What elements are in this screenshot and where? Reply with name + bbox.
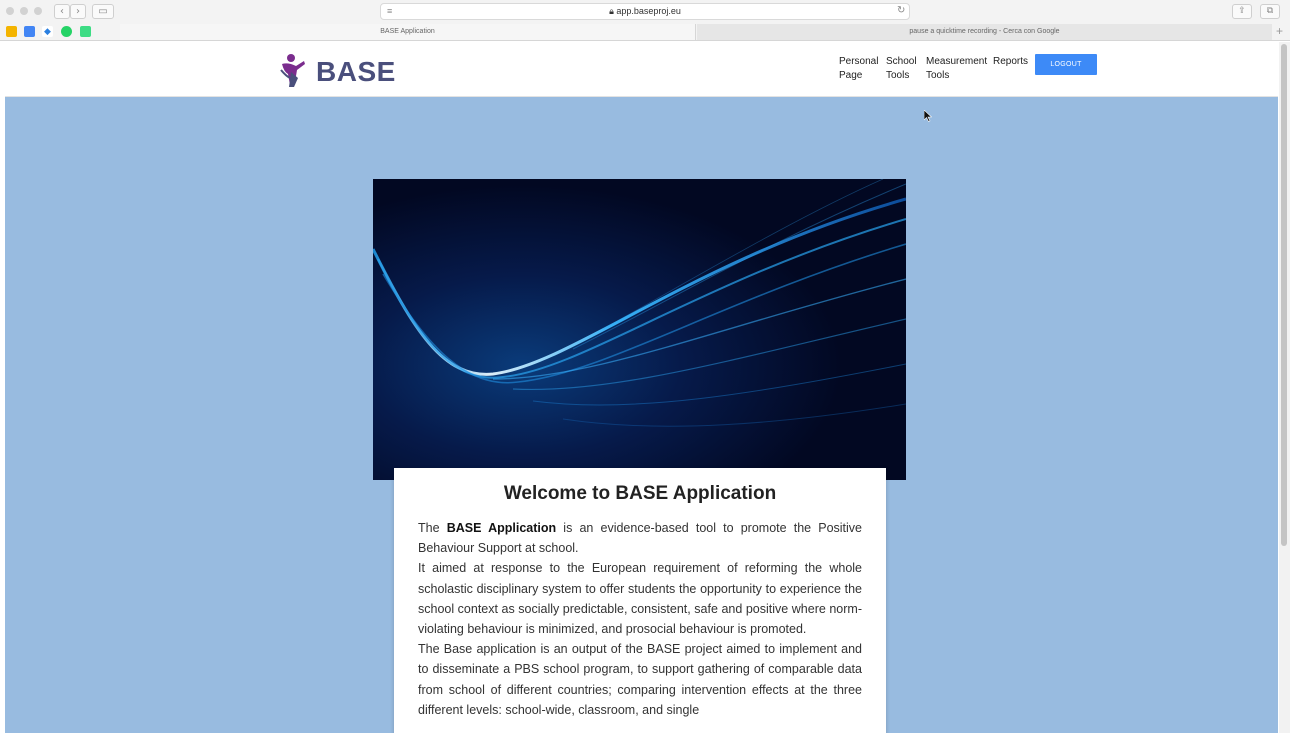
page-viewport: BASE Personal Page School Tools Measurem… [5, 42, 1278, 733]
url-text: 🔒︎ app.baseproj.eu [609, 6, 681, 16]
tabs-icon: ⧉ [1266, 6, 1274, 16]
address-bar[interactable]: ≡ 🔒︎ app.baseproj.eu ↻ [380, 3, 910, 20]
dropbox-icon[interactable]: ◆ [42, 26, 53, 37]
nav-personal-page[interactable]: Personal Page [839, 55, 878, 83]
favorites-and-tab-bar: ◆ BASE Application pause a quicktime rec… [0, 23, 1290, 41]
page-scrollbar[interactable] [1279, 42, 1290, 733]
sidebar-icon: ▭ [98, 6, 108, 17]
chevron-left-icon: ‹ [60, 6, 64, 17]
mouse-pointer-icon [924, 110, 932, 122]
tab-google-search[interactable]: pause a quicktime recording - Cerca con … [697, 24, 1272, 40]
welcome-text: The BASE Application is an evidence-base… [418, 518, 862, 720]
forward-button[interactable]: › [70, 4, 86, 19]
project-paragraph: The Base application is an output of the… [418, 642, 862, 717]
welcome-card: Welcome to BASE Application The BASE App… [394, 468, 886, 733]
logout-button[interactable]: LOGOUT [1035, 54, 1097, 75]
new-tab-icon[interactable]: + [1276, 24, 1283, 38]
reload-icon[interactable]: ↻ [897, 5, 905, 16]
minimize-window-button[interactable] [20, 7, 28, 15]
tab-base-application[interactable]: BASE Application [120, 24, 696, 40]
requirement-paragraph: It aimed at response to the European req… [418, 561, 862, 637]
nav-measurement-tools[interactable]: Measurement Tools [926, 55, 987, 83]
android-icon[interactable] [80, 26, 91, 37]
tabs-overview-button[interactable]: ⧉ [1260, 4, 1280, 19]
particle-wave-image [373, 179, 906, 480]
browser-chrome: ‹ › ▭ ≡ 🔒︎ app.baseproj.eu ↻ ⇪ ⧉ ◆ BASE … [0, 0, 1290, 41]
google-drive-icon[interactable] [6, 26, 17, 37]
share-icon: ⇪ [1238, 6, 1246, 16]
page-title: Welcome to BASE Application [503, 483, 777, 504]
site-header: BASE Personal Page School Tools Measurem… [5, 42, 1278, 97]
back-button[interactable]: ‹ [54, 4, 70, 19]
chevron-right-icon: › [76, 6, 80, 17]
logo-text: BASE [316, 56, 396, 87]
zoom-window-button[interactable] [34, 7, 42, 15]
nav-school-tools[interactable]: School Tools [886, 55, 917, 83]
close-window-button[interactable] [6, 7, 14, 15]
whatsapp-icon[interactable] [61, 26, 72, 37]
sidebar-toggle-button[interactable]: ▭ [92, 4, 114, 19]
nav-reports[interactable]: Reports [993, 55, 1028, 69]
hero-image [373, 179, 906, 480]
intro-paragraph: The BASE Application is an evidence-base… [418, 521, 863, 556]
scrollbar-thumb[interactable] [1281, 44, 1287, 546]
logo-mark-icon [280, 54, 305, 87]
browser-titlebar: ‹ › ▭ ≡ 🔒︎ app.baseproj.eu ↻ ⇪ ⧉ [0, 0, 1290, 22]
google-translate-icon[interactable] [24, 26, 35, 37]
share-button[interactable]: ⇪ [1232, 4, 1252, 19]
